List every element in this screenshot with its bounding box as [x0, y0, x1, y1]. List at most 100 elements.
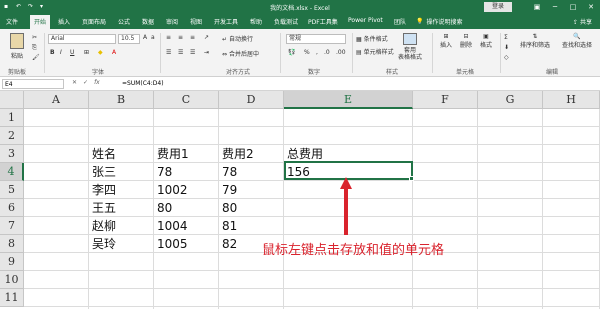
- column-header-f[interactable]: F: [413, 91, 478, 109]
- cell-d5[interactable]: 79: [219, 182, 237, 200]
- conditional-format-button[interactable]: ▦ 条件格式: [356, 34, 388, 43]
- tab-file[interactable]: 文件: [6, 17, 18, 26]
- wrap-text-button[interactable]: ↵ 自动换行: [222, 34, 253, 43]
- indent-icon[interactable]: ⇥: [204, 49, 209, 56]
- autosum-icon[interactable]: Σ: [504, 34, 508, 41]
- delete-cells-button[interactable]: ⊟ 删除: [458, 33, 474, 49]
- tab-data[interactable]: 数据: [142, 17, 154, 26]
- copy-icon[interactable]: ⎘: [32, 44, 37, 52]
- tab-insert[interactable]: 插入: [58, 17, 70, 26]
- cell-d8[interactable]: 82: [219, 236, 237, 254]
- align-left-icon[interactable]: ☰: [166, 49, 171, 56]
- tab-power-pivot[interactable]: Power Pivot: [348, 17, 383, 24]
- align-right-icon[interactable]: ☰: [190, 49, 195, 56]
- column-header-d[interactable]: D: [219, 91, 284, 109]
- column-header-b[interactable]: B: [89, 91, 154, 109]
- align-top-icon[interactable]: ≡: [166, 34, 171, 41]
- row-header-3[interactable]: 3: [0, 145, 24, 163]
- row-header-8[interactable]: 8: [0, 235, 24, 253]
- insert-function-icon[interactable]: fx: [94, 79, 100, 86]
- decrease-decimal-icon[interactable]: .00: [336, 49, 346, 56]
- row-header-4[interactable]: 4: [0, 163, 24, 181]
- format-painter-icon[interactable]: 🖌: [32, 54, 40, 61]
- column-header-a[interactable]: A: [24, 91, 89, 109]
- sort-filter-button[interactable]: ⇅ 排序和筛选: [514, 33, 556, 49]
- fill-handle[interactable]: [409, 176, 414, 181]
- fill-color-icon[interactable]: ◆: [98, 49, 103, 56]
- merge-center-button[interactable]: ⇔ 合并后居中: [222, 49, 259, 58]
- tab-pdf-tools[interactable]: PDF工具集: [308, 17, 338, 26]
- cut-icon[interactable]: ✂: [32, 34, 37, 41]
- cell-b6[interactable]: 王五: [89, 200, 116, 218]
- cell-d4[interactable]: 78: [219, 164, 237, 182]
- tab-team[interactable]: 团队: [394, 17, 406, 26]
- underline-button[interactable]: U: [70, 49, 74, 56]
- tab-view[interactable]: 视图: [190, 17, 202, 26]
- font-name-select[interactable]: Arial: [48, 34, 116, 44]
- row-header-5[interactable]: 5: [0, 181, 24, 199]
- decrease-font-icon[interactable]: a: [151, 34, 155, 41]
- cell-c8[interactable]: 1005: [154, 236, 188, 254]
- minimize-icon[interactable]: ─: [550, 2, 560, 12]
- formula-input[interactable]: =SUM(C4:D4): [122, 80, 164, 87]
- tell-me-search[interactable]: 💡 操作说明搜索: [416, 17, 463, 26]
- cell-b3[interactable]: 姓名: [89, 146, 116, 164]
- comma-icon[interactable]: ,: [316, 49, 318, 56]
- cell-b7[interactable]: 赵柳: [89, 218, 116, 236]
- login-button[interactable]: 登录: [484, 2, 512, 12]
- font-size-select[interactable]: 10.5: [118, 34, 140, 44]
- increase-decimal-icon[interactable]: .0: [324, 49, 330, 56]
- cell-c5[interactable]: 1002: [154, 182, 188, 200]
- clear-icon[interactable]: ◇: [504, 54, 509, 61]
- cell-b8[interactable]: 吴玲: [89, 236, 116, 254]
- column-header-c[interactable]: C: [154, 91, 219, 109]
- tab-page-layout[interactable]: 页面布局: [82, 17, 106, 26]
- row-header-6[interactable]: 6: [0, 199, 24, 217]
- orientation-icon[interactable]: ↗: [204, 34, 209, 41]
- percent-icon[interactable]: %: [304, 49, 310, 56]
- confirm-icon[interactable]: ✓: [83, 79, 88, 86]
- cell-c4[interactable]: 78: [154, 164, 172, 182]
- row-header-1[interactable]: 1: [0, 109, 24, 127]
- tab-review[interactable]: 审阅: [166, 17, 178, 26]
- paste-button[interactable]: 粘贴: [6, 33, 28, 60]
- align-center-icon[interactable]: ☰: [178, 49, 183, 56]
- tab-load-test[interactable]: 负载测试: [274, 17, 298, 26]
- cell-d7[interactable]: 81: [219, 218, 237, 236]
- align-bottom-icon[interactable]: ≡: [190, 34, 195, 41]
- font-color-icon[interactable]: A: [112, 49, 116, 56]
- fill-icon[interactable]: ⬇: [504, 44, 509, 51]
- column-header-g[interactable]: G: [478, 91, 543, 109]
- format-cells-button[interactable]: ▣ 格式: [478, 33, 494, 49]
- cell-c6[interactable]: 80: [154, 200, 172, 218]
- cell-b5[interactable]: 李四: [89, 182, 116, 200]
- select-all-corner[interactable]: [0, 91, 24, 109]
- cell-d3[interactable]: 费用2: [219, 146, 254, 164]
- column-header-e[interactable]: E: [284, 91, 413, 109]
- row-header-2[interactable]: 2: [0, 127, 24, 145]
- tab-home[interactable]: 开始: [30, 15, 51, 29]
- tab-help[interactable]: 帮助: [250, 17, 262, 26]
- maximize-icon[interactable]: □: [568, 2, 578, 12]
- increase-font-icon[interactable]: A: [143, 34, 147, 41]
- column-header-h[interactable]: H: [543, 91, 600, 109]
- cancel-icon[interactable]: ✕: [72, 79, 77, 86]
- cell-d6[interactable]: 80: [219, 200, 237, 218]
- border-icon[interactable]: ⊞: [84, 49, 89, 56]
- cell-c3[interactable]: 费用1: [154, 146, 189, 164]
- find-select-button[interactable]: 🔍 查找和选择: [556, 33, 598, 49]
- tab-formulas[interactable]: 公式: [118, 17, 130, 26]
- number-format-select[interactable]: 常规: [286, 34, 346, 44]
- row-header-9[interactable]: 9: [0, 253, 24, 271]
- align-middle-icon[interactable]: ≡: [178, 34, 183, 41]
- cell-c7[interactable]: 1004: [154, 218, 188, 236]
- row-header-7[interactable]: 7: [0, 217, 24, 235]
- tab-developer[interactable]: 开发工具: [214, 17, 238, 26]
- cell-b4[interactable]: 张三: [89, 164, 116, 182]
- italic-button[interactable]: I: [60, 49, 62, 56]
- close-icon[interactable]: ✕: [586, 2, 596, 12]
- row-header-10[interactable]: 10: [0, 271, 24, 289]
- name-box[interactable]: E4: [2, 79, 64, 89]
- format-as-table-button[interactable]: 套用 表格格式: [394, 33, 426, 61]
- bold-button[interactable]: B: [50, 49, 55, 56]
